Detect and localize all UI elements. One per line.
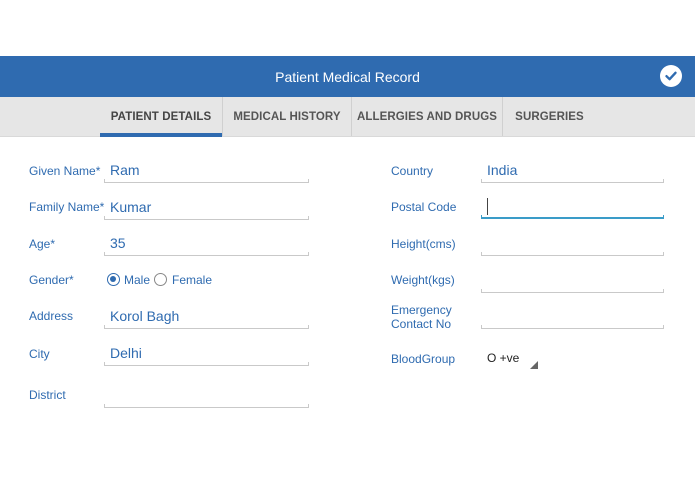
district-label: District bbox=[29, 388, 66, 402]
blood-group-label: BloodGroup bbox=[391, 352, 456, 366]
height-field[interactable] bbox=[481, 234, 664, 256]
height-label: Height(cms) bbox=[391, 237, 456, 251]
check-icon bbox=[665, 71, 677, 81]
given-name-field[interactable]: Ram bbox=[104, 161, 309, 183]
tab-allergies-and-drugs[interactable]: ALLERGIES AND DRUGS bbox=[352, 97, 503, 136]
tab-label: SURGERIES bbox=[515, 110, 584, 123]
tab-label: MEDICAL HISTORY bbox=[233, 110, 341, 123]
gender-label: Gender* bbox=[29, 273, 74, 287]
city-field[interactable]: Delhi bbox=[104, 344, 309, 366]
age-label: Age* bbox=[29, 237, 56, 251]
tab-label: ALLERGIES AND DRUGS bbox=[356, 110, 498, 123]
gender-female-radio[interactable] bbox=[154, 273, 167, 286]
app-bar: Patient Medical Record bbox=[0, 56, 695, 97]
postal-code-label: Postal Code bbox=[391, 200, 457, 214]
address-label: Address bbox=[29, 309, 74, 323]
emergency-contact-field[interactable] bbox=[481, 307, 664, 329]
blood-group-select[interactable]: O +ve bbox=[481, 351, 538, 369]
tab-surgeries[interactable]: SURGERIES bbox=[503, 97, 596, 136]
save-check-button[interactable] bbox=[660, 65, 682, 87]
tab-medical-history[interactable]: MEDICAL HISTORY bbox=[223, 97, 352, 136]
age-field[interactable]: 35 bbox=[104, 234, 309, 256]
family-name-field[interactable]: Kumar bbox=[104, 198, 309, 220]
tab-bar: PATIENT DETAILS MEDICAL HISTORY ALLERGIE… bbox=[0, 97, 695, 137]
weight-field[interactable] bbox=[481, 271, 664, 293]
district-field[interactable] bbox=[104, 386, 309, 408]
family-name-label: Family Name* bbox=[29, 200, 105, 214]
given-name-label: Given Name* bbox=[29, 164, 101, 178]
gender-male-label: Male bbox=[124, 273, 151, 287]
page-title: Patient Medical Record bbox=[275, 68, 420, 85]
tab-patient-details[interactable]: PATIENT DETAILS bbox=[100, 97, 223, 137]
text-cursor bbox=[487, 198, 488, 215]
tab-label: PATIENT DETAILS bbox=[110, 110, 212, 123]
weight-label: Weight(kgs) bbox=[391, 273, 455, 287]
city-label: City bbox=[29, 347, 50, 361]
emergency-contact-label: Emergency Contact No bbox=[391, 303, 452, 331]
dropdown-triangle-icon bbox=[530, 361, 538, 369]
country-label: Country bbox=[391, 164, 434, 178]
gender-male-radio[interactable] bbox=[107, 273, 120, 286]
emergency-label-line1: Emergency bbox=[391, 303, 452, 317]
blood-group-value: O +ve bbox=[487, 351, 520, 365]
country-field[interactable]: India bbox=[481, 161, 664, 183]
postal-code-field[interactable] bbox=[481, 197, 664, 219]
address-field[interactable]: Korol Bagh bbox=[104, 307, 309, 329]
emergency-label-line2: Contact No bbox=[391, 317, 452, 331]
gender-female-label: Female bbox=[172, 273, 213, 287]
